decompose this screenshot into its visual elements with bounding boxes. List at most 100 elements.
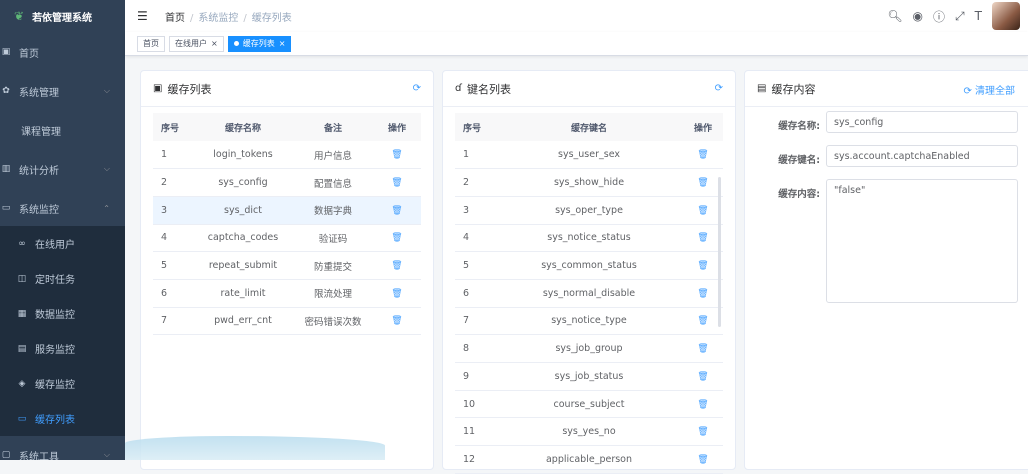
cache-name-label: 缓存名称: — [778, 121, 820, 132]
sidebar-item-server[interactable]: ▤ 服务监控 — [0, 331, 125, 366]
row-index: 6 — [455, 279, 495, 308]
table-row[interactable]: 3 sys_oper_type 🗑︎ — [455, 196, 723, 225]
close-icon[interactable]: × — [211, 37, 218, 51]
sidebar-item-job[interactable]: ◫ 定时任务 — [0, 261, 125, 296]
close-icon[interactable]: × — [279, 37, 286, 51]
card-title: 缓存列表 — [167, 82, 212, 96]
delete-icon[interactable]: 🗑︎ — [391, 316, 402, 326]
tag-cache-list[interactable]: 缓存列表 × — [227, 35, 292, 52]
tags-view: 首页 在线用户 × 缓存列表 × — [125, 32, 1028, 56]
delete-icon[interactable]: 🗑︎ — [391, 206, 402, 216]
table-row[interactable]: 7 sys_notice_type 🗑︎ — [455, 307, 723, 336]
delete-icon[interactable]: 🗑︎ — [391, 261, 402, 271]
delete-icon[interactable]: 🗑︎ — [697, 372, 708, 382]
sidebar-item-tools[interactable]: ▢ 系统工具 ⌵ — [0, 436, 125, 460]
table-row[interactable]: 3 sys_dict 数据字典 🗑︎ — [153, 196, 421, 225]
delete-icon[interactable]: 🗑︎ — [391, 150, 402, 160]
row-remark: 用户信息 — [293, 141, 373, 170]
github-icon[interactable]: ◉ — [913, 9, 923, 23]
search-icon[interactable]: 🔍︎ — [887, 9, 902, 23]
table-row[interactable]: 10 course_subject 🗑︎ — [455, 390, 723, 419]
tag-home[interactable]: 首页 — [137, 35, 165, 52]
row-action: 🗑︎ — [683, 168, 723, 197]
table-row[interactable]: 5 repeat_submit 防重提交 🗑︎ — [153, 251, 421, 280]
row-key-name: course_subject — [495, 390, 683, 419]
delete-icon[interactable]: 🗑︎ — [391, 233, 402, 243]
cache-name-input[interactable]: sys_config — [826, 111, 1018, 133]
table-row[interactable]: 1 sys_user_sex 🗑︎ — [455, 141, 723, 170]
sidebar-item-monitor[interactable]: ▭ 系统监控 ⌃ — [0, 189, 125, 227]
delete-icon[interactable]: 🗑︎ — [697, 178, 708, 188]
row-key-name: sys_oper_type — [495, 196, 683, 225]
table-row[interactable]: 6 sys_normal_disable 🗑︎ — [455, 279, 723, 308]
row-action: 🗑︎ — [683, 141, 723, 170]
delete-icon[interactable]: 🗑︎ — [697, 400, 708, 410]
table-row[interactable]: 11 sys_yes_no 🗑︎ — [455, 417, 723, 447]
delete-icon[interactable]: 🗑︎ — [697, 206, 708, 216]
sidebar-item-data[interactable]: ▦ 数据监控 — [0, 296, 125, 331]
online-icon: ∞ — [18, 238, 26, 249]
col-action: 操作 — [683, 113, 723, 141]
table-row[interactable]: 6 rate_limit 限流处理 🗑︎ — [153, 279, 421, 308]
row-cache-name: sys_dict — [193, 196, 293, 225]
overlay-wave — [125, 436, 385, 460]
delete-icon[interactable]: 🗑︎ — [391, 178, 402, 188]
refresh-icon[interactable]: ⟳ — [715, 83, 723, 94]
breadcrumb-home[interactable]: 首页 — [165, 13, 185, 24]
cache-key-input[interactable]: sys.account.captchaEnabled — [826, 145, 1018, 167]
row-key-name: sys_common_status — [495, 251, 683, 280]
delete-icon[interactable]: 🗑︎ — [697, 427, 708, 437]
cache-content-textarea[interactable]: "false" — [826, 179, 1018, 303]
table-row[interactable]: 12 applicable_person 🗑︎ — [455, 445, 723, 474]
row-index: 2 — [153, 168, 193, 197]
chevron-down-icon: ⌵ — [103, 164, 110, 173]
delete-icon[interactable]: 🗑︎ — [697, 233, 708, 243]
table-row[interactable]: 7 pwd_err_cnt 密码错误次数 🗑︎ — [153, 307, 421, 336]
sidebar-item-course[interactable]: 课程管理 — [0, 111, 125, 149]
header-actions: 🔍︎ ◉ ⓘ ⤢ T — [887, 0, 1020, 32]
fullscreen-icon[interactable]: ⤢ — [955, 9, 965, 24]
breadcrumb: 首页 / 系统监控 / 缓存列表 — [165, 12, 292, 24]
sidebar-item-system[interactable]: ✿ 系统管理 ⌵ — [0, 72, 125, 110]
timer-icon: ◫ — [17, 273, 27, 284]
row-index: 11 — [455, 417, 495, 447]
delete-icon[interactable]: 🗑︎ — [697, 316, 708, 326]
delete-icon[interactable]: 🗑︎ — [697, 289, 708, 299]
row-index: 3 — [153, 196, 193, 225]
table-row[interactable]: 4 captcha_codes 验证码 🗑︎ — [153, 224, 421, 253]
table-row[interactable]: 8 sys_job_group 🗑︎ — [455, 334, 723, 363]
tag-online[interactable]: 在线用户 × — [169, 35, 224, 52]
scrollbar[interactable] — [718, 177, 721, 327]
hamburger-icon[interactable]: ☰ — [137, 9, 151, 23]
row-remark: 防重提交 — [293, 251, 373, 280]
table-row[interactable]: 9 sys_job_status 🗑︎ — [455, 362, 723, 391]
refresh-icon[interactable]: ⟳ — [413, 83, 421, 94]
table-row[interactable]: 2 sys_config 配置信息 🗑︎ — [153, 168, 421, 197]
delete-icon[interactable]: 🗑︎ — [697, 344, 708, 354]
avatar[interactable] — [992, 2, 1020, 30]
sidebar-item-stats[interactable]: ▥ 统计分析 ⌵ — [0, 150, 125, 188]
table-row[interactable]: 1 login_tokens 用户信息 🗑︎ — [153, 141, 421, 170]
table-row[interactable]: 5 sys_common_status 🗑︎ — [455, 251, 723, 280]
app-logo[interactable]: ❦ 若依管理系统 — [0, 0, 125, 32]
delete-icon[interactable]: 🗑︎ — [391, 289, 402, 299]
row-remark: 验证码 — [293, 224, 373, 253]
sidebar-item-home[interactable]: ▣ 首页 — [0, 33, 125, 71]
col-action: 操作 — [373, 113, 421, 141]
row-index: 4 — [455, 224, 495, 253]
sidebar-item-online[interactable]: ∞ 在线用户 — [0, 226, 125, 261]
table-row[interactable]: 4 sys_notice_status 🗑︎ — [455, 224, 723, 253]
sidebar-item-cache-list[interactable]: ▭ 缓存列表 — [0, 401, 125, 436]
sidebar-item-cache-monitor[interactable]: ◈ 缓存监控 — [0, 366, 125, 401]
breadcrumb-current: 缓存列表 — [251, 12, 292, 24]
card-header: ɗ 键名列表 ⟳ — [443, 71, 735, 107]
card-title: 缓存内容 — [771, 82, 816, 96]
app-title: 若依管理系统 — [32, 12, 93, 24]
delete-icon[interactable]: 🗑︎ — [697, 150, 708, 160]
question-icon[interactable]: ⓘ — [933, 8, 945, 25]
clear-all-button[interactable]: ⟳ 清理全部 — [963, 82, 1015, 97]
font-size-icon[interactable]: T — [975, 9, 982, 23]
delete-icon[interactable]: 🗑︎ — [697, 261, 708, 271]
row-action: 🗑︎ — [683, 307, 723, 336]
table-row[interactable]: 2 sys_show_hide 🗑︎ — [455, 168, 723, 197]
